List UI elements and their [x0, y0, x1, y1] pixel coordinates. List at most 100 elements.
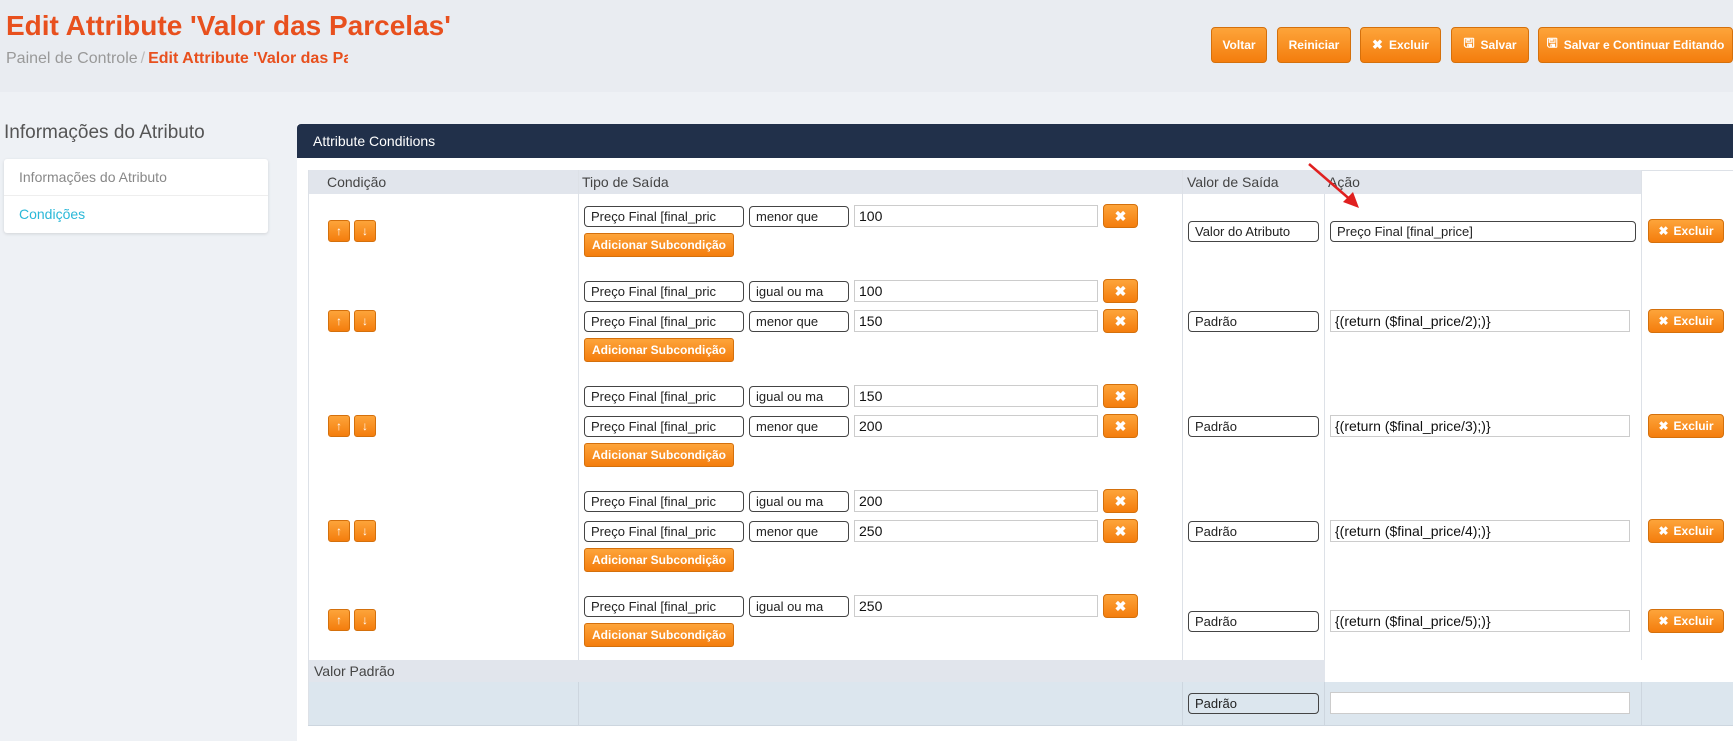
- arrow-down-icon: ↓: [362, 224, 368, 238]
- panel-title: Attribute Conditions: [297, 124, 1733, 158]
- output-type-select[interactable]: Valor do Atributo: [1188, 221, 1319, 242]
- condition-operator-select[interactable]: igual ou ma: [749, 281, 849, 302]
- floppy-disk-icon: 🖫: [1463, 35, 1475, 50]
- close-icon: ✖: [1658, 419, 1669, 433]
- move-down-button[interactable]: ↓: [354, 415, 376, 437]
- delete-row-label: Excluir: [1673, 224, 1714, 238]
- remove-condition-button[interactable]: ✖: [1103, 489, 1138, 513]
- add-subcondition-button[interactable]: Adicionar Subcondição: [584, 443, 735, 467]
- default-action-input[interactable]: [1330, 692, 1630, 714]
- move-up-button[interactable]: ↑: [328, 609, 350, 631]
- condition-field-select[interactable]: Preço Final [final_pric: [584, 281, 744, 302]
- col-divider: [1641, 682, 1642, 725]
- condition-field-select[interactable]: Preço Final [final_pric: [584, 206, 744, 227]
- action-select[interactable]: Preço Final [final_price]: [1330, 221, 1636, 242]
- close-icon: ✖: [1114, 387, 1127, 404]
- condition-field-select[interactable]: Preço Final [final_pric: [584, 521, 744, 542]
- condition-field-select[interactable]: Preço Final [final_pric: [584, 596, 744, 617]
- action-input[interactable]: {(return ($final_price/5);)}: [1330, 610, 1630, 632]
- condition-operator-select[interactable]: menor que: [749, 206, 849, 227]
- delete-row-button[interactable]: ✖ Excluir: [1648, 309, 1724, 333]
- condition-field-select[interactable]: Preço Final [final_pric: [584, 386, 744, 407]
- remove-condition-button[interactable]: ✖: [1103, 309, 1138, 333]
- add-subcondition-button[interactable]: Adicionar Subcondição: [584, 233, 735, 257]
- reset-button[interactable]: Reiniciar: [1277, 27, 1351, 63]
- delete-row-label: Excluir: [1673, 314, 1714, 328]
- save-continue-button-label: Salvar e Continuar Editando: [1563, 38, 1725, 52]
- col-divider: [1324, 682, 1325, 725]
- condition-operator-select[interactable]: igual ou ma: [749, 596, 849, 617]
- add-subcondition-button[interactable]: Adicionar Subcondição: [584, 338, 735, 362]
- remove-condition-button[interactable]: ✖: [1103, 204, 1138, 228]
- floppy-disk-icon: 🖫: [1546, 35, 1558, 50]
- page-header: Edit Attribute 'Valor das Parcelas' Pain…: [0, 0, 1733, 92]
- output-type-select[interactable]: Padrão: [1188, 521, 1319, 542]
- move-up-button[interactable]: ↑: [328, 220, 350, 242]
- move-up-button[interactable]: ↑: [328, 415, 350, 437]
- move-down-button[interactable]: ↓: [354, 310, 376, 332]
- move-up-button[interactable]: ↑: [328, 520, 350, 542]
- condition-operator-select[interactable]: menor que: [749, 416, 849, 437]
- save-button[interactable]: 🖫 Salvar: [1451, 27, 1529, 63]
- col-divider: [578, 170, 579, 660]
- delete-button-label: Excluir: [1388, 38, 1429, 52]
- delete-row-button[interactable]: ✖ Excluir: [1648, 414, 1724, 438]
- close-icon: ✖: [1658, 614, 1669, 628]
- action-input[interactable]: {(return ($final_price/4);)}: [1330, 520, 1630, 542]
- delete-row-button[interactable]: ✖ Excluir: [1648, 519, 1724, 543]
- delete-row-button[interactable]: ✖ Excluir: [1648, 609, 1724, 633]
- sidebar-item-conditions[interactable]: Condições: [4, 196, 268, 233]
- condition-operator-select[interactable]: igual ou ma: [749, 386, 849, 407]
- close-icon: ✖: [1114, 207, 1127, 224]
- delete-button[interactable]: ✖ Excluir: [1360, 27, 1441, 63]
- remove-condition-button[interactable]: ✖: [1103, 519, 1138, 543]
- add-subcondition-button[interactable]: Adicionar Subcondição: [584, 548, 735, 572]
- save-button-label: Salvar: [1480, 38, 1517, 52]
- delete-row-label: Excluir: [1673, 614, 1714, 628]
- condition-value-input[interactable]: 150: [854, 310, 1098, 332]
- close-icon: ✖: [1114, 597, 1127, 614]
- condition-operator-select[interactable]: igual ou ma: [749, 491, 849, 512]
- output-type-select[interactable]: Padrão: [1188, 416, 1319, 437]
- delete-row-label: Excluir: [1673, 524, 1714, 538]
- default-output-type-select[interactable]: Padrão: [1188, 693, 1319, 714]
- add-subcondition-button[interactable]: Adicionar Subcondição: [584, 623, 735, 647]
- condition-value-input[interactable]: 100: [854, 280, 1098, 302]
- close-icon: ✖: [1114, 522, 1127, 539]
- move-down-button[interactable]: ↓: [354, 520, 376, 542]
- breadcrumb-home[interactable]: Painel de Controle: [6, 50, 138, 67]
- move-down-button[interactable]: ↓: [354, 609, 376, 631]
- remove-condition-button[interactable]: ✖: [1103, 594, 1138, 618]
- condition-value-input[interactable]: 100: [854, 205, 1098, 227]
- action-input[interactable]: {(return ($final_price/3);)}: [1330, 415, 1630, 437]
- condition-value-input[interactable]: 250: [854, 520, 1098, 542]
- sidebar-item-attribute-info[interactable]: Informações do Atributo: [4, 159, 268, 196]
- col-divider: [1324, 194, 1325, 660]
- condition-field-select[interactable]: Preço Final [final_pric: [584, 491, 744, 512]
- move-down-button[interactable]: ↓: [354, 220, 376, 242]
- action-input[interactable]: {(return ($final_price/2);)}: [1330, 310, 1630, 332]
- condition-value-input[interactable]: 250: [854, 595, 1098, 617]
- move-up-button[interactable]: ↑: [328, 310, 350, 332]
- condition-operator-select[interactable]: menor que: [749, 311, 849, 332]
- remove-condition-button[interactable]: ✖: [1103, 414, 1138, 438]
- condition-field-select[interactable]: Preço Final [final_pric: [584, 311, 744, 332]
- condition-value-input[interactable]: 200: [854, 415, 1098, 437]
- annotation-arrow: [1308, 163, 1359, 208]
- close-icon: ✖: [1114, 312, 1127, 329]
- condition-value-input[interactable]: 200: [854, 490, 1098, 512]
- save-continue-button[interactable]: 🖫 Salvar e Continuar Editando: [1538, 27, 1733, 63]
- condition-field-select[interactable]: Preço Final [final_pric: [584, 416, 744, 437]
- col-divider: [1182, 170, 1183, 660]
- output-type-select[interactable]: Padrão: [1188, 311, 1319, 332]
- reset-button-label: Reiniciar: [1288, 38, 1340, 52]
- arrow-up-icon: ↑: [336, 224, 342, 238]
- condition-operator-select[interactable]: menor que: [749, 521, 849, 542]
- output-type-select[interactable]: Padrão: [1188, 611, 1319, 632]
- remove-condition-button[interactable]: ✖: [1103, 279, 1138, 303]
- condition-value-input[interactable]: 150: [854, 385, 1098, 407]
- back-button[interactable]: Voltar: [1211, 27, 1267, 63]
- delete-row-button[interactable]: ✖ Excluir: [1648, 219, 1724, 243]
- table-border-bottom: [308, 725, 1733, 726]
- remove-condition-button[interactable]: ✖: [1103, 384, 1138, 408]
